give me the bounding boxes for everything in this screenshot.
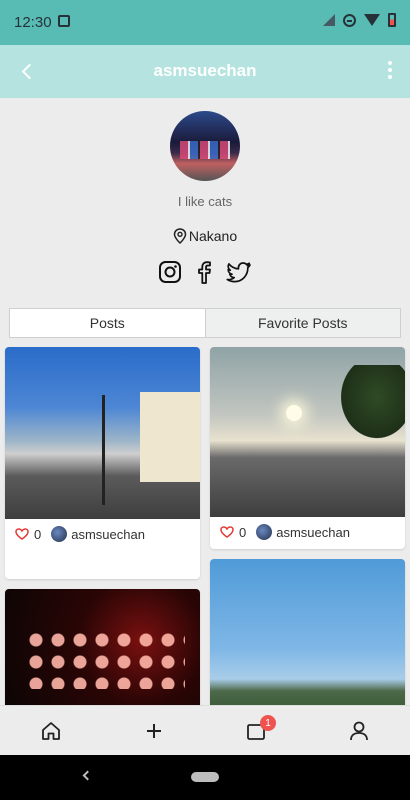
system-home-button[interactable]: [191, 772, 219, 782]
profile-section: I like cats Nakano: [0, 98, 410, 303]
person-icon: [349, 721, 368, 740]
status-icons: [323, 13, 396, 27]
like-count: 0: [239, 524, 247, 540]
plus-icon: [146, 723, 161, 738]
instagram-icon[interactable]: [158, 260, 182, 284]
location-text: Nakano: [188, 228, 238, 244]
nav-profile[interactable]: [308, 706, 410, 755]
more-dot-icon: [388, 68, 392, 72]
post-card[interactable]: 0 asmsuechan: [210, 347, 405, 549]
post-card[interactable]: [5, 589, 200, 705]
home-icon: [42, 721, 61, 740]
more-dot-icon: [388, 61, 392, 65]
system-navigation-bar: [0, 755, 410, 800]
post-username[interactable]: asmsuechan: [276, 525, 350, 540]
profile-avatar[interactable]: [170, 111, 240, 181]
more-dot-icon: [388, 75, 392, 79]
system-back-button[interactable]: [82, 770, 93, 781]
social-links: [0, 260, 410, 284]
notification-badge: 1: [260, 715, 276, 731]
status-bar: 12:30: [0, 0, 410, 45]
post-meta: 0 asmsuechan: [210, 517, 405, 547]
bottom-navigation: 1: [0, 705, 410, 755]
profile-bio: I like cats: [177, 194, 233, 209]
post-card[interactable]: 0 asmsuechan: [5, 347, 200, 579]
posts-feed[interactable]: 0 asmsuechan 0 asmsuechan: [0, 343, 410, 705]
avatar[interactable]: [51, 526, 68, 542]
signal-icon: [323, 14, 335, 26]
heart-icon[interactable]: [15, 528, 29, 540]
profile-location: Nakano: [0, 228, 410, 244]
location-pin-icon: [173, 228, 187, 244]
tab-favorite-posts[interactable]: Favorite Posts: [204, 309, 400, 337]
status-time: 12:30: [14, 14, 52, 31]
nav-add-post[interactable]: [103, 706, 206, 755]
do-not-disturb-icon: [343, 13, 356, 27]
post-photo[interactable]: [210, 347, 405, 517]
tab-posts[interactable]: Posts: [10, 309, 205, 337]
heart-icon[interactable]: [220, 526, 234, 538]
post-photo[interactable]: [210, 559, 405, 705]
post-card[interactable]: [210, 559, 405, 705]
more-options-button[interactable]: [384, 59, 396, 85]
facebook-icon[interactable]: [194, 260, 214, 284]
nav-notifications[interactable]: 1: [205, 706, 308, 755]
post-meta: 0 asmsuechan: [5, 519, 200, 549]
post-photo[interactable]: [5, 589, 200, 705]
post-photo[interactable]: [5, 347, 200, 519]
post-username[interactable]: asmsuechan: [71, 527, 145, 542]
image-notification-icon: [58, 15, 70, 27]
top-app-bar: asmsuechan: [0, 45, 410, 98]
twitter-icon[interactable]: [226, 260, 252, 284]
nav-home[interactable]: [0, 706, 103, 755]
avatar[interactable]: [256, 524, 273, 540]
wifi-icon: [364, 14, 380, 26]
battery-icon: [388, 13, 396, 27]
profile-tabs: Posts Favorite Posts: [9, 308, 401, 338]
like-count: 0: [34, 526, 42, 542]
page-title: asmsuechan: [153, 61, 257, 80]
